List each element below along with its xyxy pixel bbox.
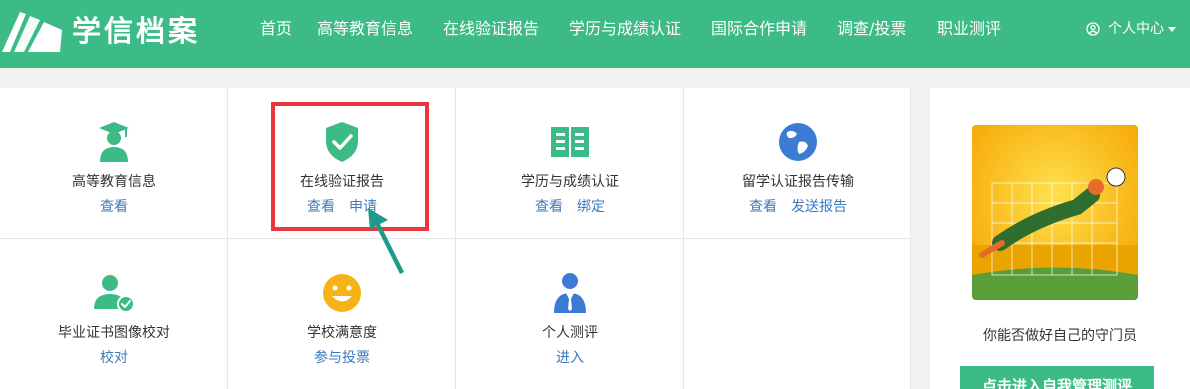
user-center-label: 个人中心 [1108,21,1164,37]
nav-survey-vote[interactable]: 调查/投票 [837,16,906,42]
services-card: 高等教育信息 查看 在线验证报告 查看 申请 学历与成绩认证 查看 绑定 留学认… [0,88,911,389]
service-study-abroad-report: 留学认证报告传输 查看 发送报告 [684,88,912,238]
bind-link[interactable]: 绑定 [577,199,605,215]
top-header: 学信档案 首页 高等教育信息 在线验证报告 学历与成绩认证 国际合作申请 调查/… [0,0,1190,68]
service-title: 毕业证书图像校对 [58,325,170,341]
nav-online-verification[interactable]: 在线验证报告 [443,16,539,42]
proofread-link[interactable]: 校对 [100,350,128,366]
graduate-icon [99,122,129,162]
service-school-satisfaction: 学校满意度 参与投票 [228,239,456,389]
nav-home[interactable]: 首页 [260,16,292,42]
service-degree-certification: 学历与成绩认证 查看 绑定 [456,88,684,238]
promo-panel: 你能否做好自己的守门员 点击进入自我管理测评 [930,88,1190,389]
service-certificate-proofread: 毕业证书图像校对 校对 [0,239,228,389]
service-title: 个人测评 [542,325,598,341]
goalkeeper-promo-image[interactable] [972,125,1138,300]
user-center-menu[interactable]: 个人中心 [1086,18,1176,40]
service-title: 高等教育信息 [72,174,156,190]
service-title: 留学认证报告传输 [742,174,854,190]
enter-link[interactable]: 进入 [556,350,584,366]
brand-title[interactable]: 学信档案 [72,11,200,51]
service-title: 学历与成绩认证 [521,174,619,190]
service-personal-assessment: 个人测评 进入 [456,239,684,389]
nav-international[interactable]: 国际合作申请 [711,16,807,42]
nav-degree-certification[interactable]: 学历与成绩认证 [569,16,681,42]
send-report-link[interactable]: 发送报告 [791,199,847,215]
self-assessment-button[interactable]: 点击进入自我管理测评 [960,366,1154,389]
view-link[interactable]: 查看 [535,199,563,215]
caret-down-icon [1168,26,1176,32]
nav-career-test[interactable]: 职业测评 [937,16,1001,42]
smiley-icon [323,274,361,312]
service-title: 学校满意度 [307,325,377,341]
user-circle-icon [1086,22,1100,36]
promo-caption: 你能否做好自己的守门员 [983,328,1137,344]
view-link[interactable]: 查看 [749,199,777,215]
pointer-arrow-icon [368,208,404,274]
globe-icon [779,123,817,161]
user-check-icon [94,275,135,313]
book-icon [551,127,589,157]
vote-link[interactable]: 参与投票 [314,350,370,366]
view-link[interactable]: 查看 [100,199,128,215]
xuexin-logo-icon[interactable] [0,8,72,54]
service-higher-education: 高等教育信息 查看 [0,88,228,238]
nav-higher-education[interactable]: 高等教育信息 [317,16,413,42]
person-tie-icon [554,273,586,313]
